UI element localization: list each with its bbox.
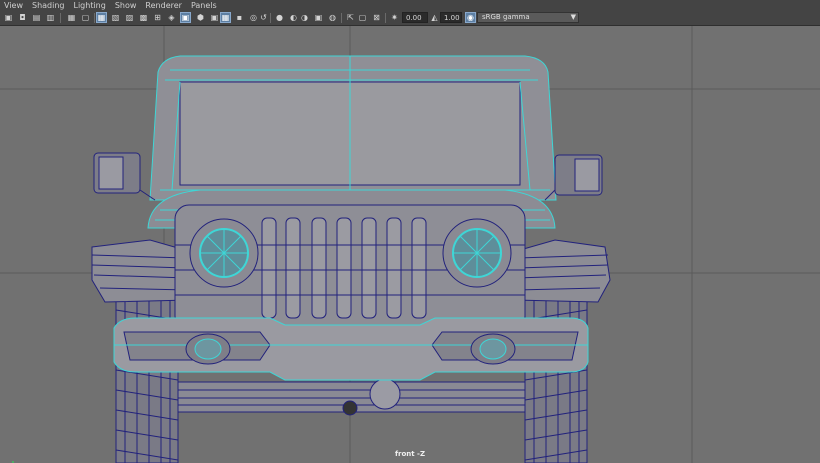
camera-attributes-icon[interactable]: ◘ <box>17 12 28 23</box>
motion-blur-icon[interactable]: ↺ <box>258 12 269 23</box>
safe-action-icon[interactable]: ▩ <box>138 12 149 23</box>
depth-of-field-icon[interactable]: ◐ <box>288 12 299 23</box>
smooth-shade-icon[interactable]: ▣ <box>180 12 191 23</box>
camera-label: front -Z <box>394 450 426 458</box>
color-space-dropdown[interactable]: sRGB gamma ▼ <box>477 12 579 23</box>
shadows-icon[interactable]: ▪ <box>234 12 245 23</box>
menu-lighting[interactable]: Lighting <box>69 0 110 11</box>
mirror-left <box>93 152 156 201</box>
headlight-left <box>189 218 259 288</box>
use-lights-icon[interactable]: ▦ <box>220 12 231 23</box>
default-material-icon[interactable]: ⬢ <box>195 12 206 23</box>
fender-right <box>514 239 611 303</box>
gamma-icon[interactable]: ◭ <box>429 12 440 23</box>
exposure-icon[interactable]: ✷ <box>389 12 400 23</box>
film-gate-icon[interactable]: ▢ <box>80 12 91 23</box>
fog-light-left <box>185 333 231 365</box>
antialiasing-icon[interactable]: ● <box>274 12 285 23</box>
headlight-right <box>442 218 512 288</box>
skid-plate <box>177 378 526 416</box>
toolbar-separator <box>341 13 342 23</box>
viewport-canvas <box>0 26 820 463</box>
chevron-down-icon: ▼ <box>570 13 576 21</box>
fog-light-right <box>470 333 516 365</box>
image-plane-icon[interactable]: ▥ <box>45 12 56 23</box>
gamma-field[interactable]: 1.00 <box>440 12 462 23</box>
windshield <box>149 55 557 201</box>
camera-select-icon[interactable]: ▣ <box>3 12 14 23</box>
menu-view[interactable]: View <box>0 0 28 11</box>
color-space-value: sRGB gamma <box>482 13 530 21</box>
xray-icon[interactable]: ▣ <box>313 12 324 23</box>
viewport-front[interactable]: front -Z <box>0 26 820 463</box>
bookmark-icon[interactable]: ▤ <box>31 12 42 23</box>
menu-shading[interactable]: Shading <box>28 0 70 11</box>
toolbar-separator <box>270 13 271 23</box>
xray-joints-icon[interactable]: ◍ <box>327 12 338 23</box>
menu-bar: View Shading Lighting Show Renderer Pane… <box>0 0 820 11</box>
menu-show[interactable]: Show <box>111 0 142 11</box>
menu-panels[interactable]: Panels <box>187 0 222 11</box>
isolate-select-icon[interactable]: ◑ <box>299 12 310 23</box>
wireframe-icon[interactable]: ◈ <box>166 12 177 23</box>
exposure-field[interactable]: 0.00 <box>402 12 428 23</box>
panel-toolbar: ▣ ◘ ▤ ▥ ▦ ▢ ▦ ▧ ▨ ▩ ⊞ ◈ ▣ ⬢ ▣ ▦ ▪ ◎ ↺ ● … <box>0 11 820 26</box>
field-chart-icon[interactable]: ▨ <box>124 12 135 23</box>
front-bumper <box>113 317 589 381</box>
grid-toggle-icon[interactable]: ▦ <box>66 12 77 23</box>
resolution-gate-icon[interactable]: ▦ <box>96 12 107 23</box>
textured-icon[interactable]: ▣ <box>209 12 220 23</box>
safe-title-icon[interactable]: ⊞ <box>152 12 163 23</box>
select-camera-icon[interactable]: ▢ <box>357 12 368 23</box>
gate-mask-icon[interactable]: ▧ <box>110 12 121 23</box>
toolbar-separator <box>94 13 95 23</box>
toolbar-separator <box>60 13 61 23</box>
backface-icon[interactable]: ⇱ <box>345 12 356 23</box>
toolbar-separator <box>385 13 386 23</box>
frame-all-icon[interactable]: ⊠ <box>371 12 382 23</box>
color-management-icon[interactable]: ◉ <box>465 12 476 23</box>
menu-renderer[interactable]: Renderer <box>141 0 187 11</box>
axis-gizmo <box>12 461 14 463</box>
